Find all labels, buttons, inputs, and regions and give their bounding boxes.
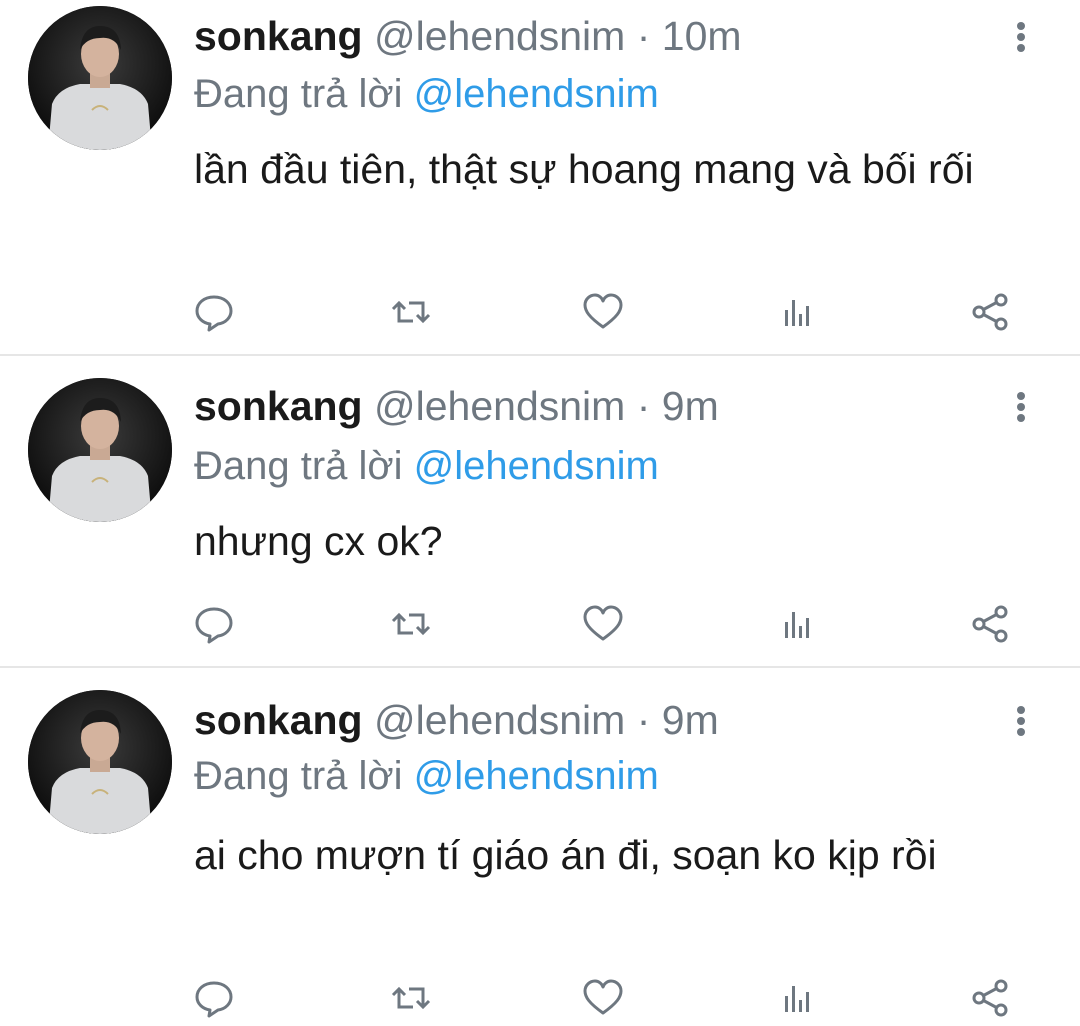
tweet-text: ai cho mượn tí giáo án đi, soạn ko kịp r…: [194, 832, 937, 878]
tweet-actions: [0, 968, 1080, 1026]
reply-button[interactable]: [184, 594, 244, 654]
more-vertical-icon[interactable]: [1008, 8, 1034, 64]
user-handle[interactable]: @lehendsnim: [374, 383, 625, 429]
separator: ·: [636, 13, 651, 59]
avatar[interactable]: [28, 690, 172, 834]
share-icon: [972, 979, 1008, 1017]
avatar[interactable]: [28, 6, 172, 150]
replying-to: Đang trả lời @lehendsnim: [194, 438, 659, 494]
reply-button[interactable]: [184, 282, 244, 342]
avatar-photo: [28, 6, 172, 150]
avatar-photo: [28, 690, 172, 834]
replying-to: Đang trả lời @lehendsnim: [194, 66, 659, 122]
timestamp[interactable]: 10m: [662, 13, 742, 59]
like-button[interactable]: [573, 968, 633, 1026]
tweet-actions: [0, 594, 1080, 654]
avatar-photo: [28, 378, 172, 522]
replying-to: Đang trả lời @lehendsnim: [194, 748, 659, 804]
reply-to-link[interactable]: @lehendsnim: [414, 444, 659, 488]
analytics-icon: [785, 986, 809, 1012]
retweet-button[interactable]: [381, 282, 441, 342]
share-button[interactable]: [960, 594, 1020, 654]
analytics-button[interactable]: [766, 282, 826, 342]
tweet[interactable]: sonkang @lehendsnim · 10m Đang trả lời @…: [0, 0, 1080, 356]
reply-icon: [195, 981, 233, 1018]
heart-icon: [583, 979, 623, 1015]
display-name[interactable]: sonkang: [194, 13, 363, 59]
tweet-header: sonkang @lehendsnim · 9m: [194, 692, 719, 748]
share-icon: [972, 605, 1008, 643]
share-button[interactable]: [960, 968, 1020, 1026]
display-name[interactable]: sonkang: [194, 383, 363, 429]
display-name[interactable]: sonkang: [194, 697, 363, 743]
tweet-actions: [0, 282, 1080, 342]
retweet-icon: [391, 612, 431, 636]
timestamp[interactable]: 9m: [662, 697, 719, 743]
timestamp[interactable]: 9m: [662, 383, 719, 429]
tweet-text: lần đầu tiên, thật sự hoang mang và bối …: [194, 146, 974, 192]
tweet-header: sonkang @lehendsnim · 9m: [194, 378, 719, 434]
avatar[interactable]: [28, 378, 172, 522]
like-button[interactable]: [573, 594, 633, 654]
retweet-button[interactable]: [381, 594, 441, 654]
separator: ·: [636, 383, 651, 429]
reply-to-link[interactable]: @lehendsnim: [414, 754, 659, 798]
retweet-icon: [391, 300, 431, 324]
analytics-icon: [785, 300, 809, 326]
share-button[interactable]: [960, 282, 1020, 342]
tweet[interactable]: sonkang @lehendsnim · 9m Đang trả lời @l…: [0, 356, 1080, 668]
more-vertical-icon[interactable]: [1008, 378, 1034, 434]
separator: ·: [636, 697, 651, 743]
heart-icon: [583, 605, 623, 641]
tweet-text: nhưng cx ok?: [194, 518, 443, 564]
share-icon: [972, 293, 1008, 331]
reply-prefix: Đang trả lời: [194, 754, 403, 798]
like-button[interactable]: [573, 282, 633, 342]
reply-prefix: Đang trả lời: [194, 444, 403, 488]
tweet[interactable]: sonkang @lehendsnim · 9m Đang trả lời @l…: [0, 668, 1080, 1026]
reply-button[interactable]: [184, 968, 244, 1026]
more-vertical-icon[interactable]: [1008, 692, 1034, 748]
reply-icon: [195, 295, 233, 332]
reply-icon: [195, 607, 233, 644]
heart-icon: [583, 293, 623, 329]
retweet-icon: [391, 986, 431, 1010]
reply-prefix: Đang trả lời: [194, 72, 403, 116]
retweet-button[interactable]: [381, 968, 441, 1026]
analytics-button[interactable]: [766, 594, 826, 654]
analytics-icon: [785, 612, 809, 638]
user-handle[interactable]: @lehendsnim: [374, 697, 625, 743]
reply-to-link[interactable]: @lehendsnim: [414, 72, 659, 116]
tweet-header: sonkang @lehendsnim · 10m: [194, 8, 742, 64]
analytics-button[interactable]: [766, 968, 826, 1026]
user-handle[interactable]: @lehendsnim: [374, 13, 625, 59]
tweet-timeline: sonkang @lehendsnim · 10m Đang trả lời @…: [0, 0, 1080, 1026]
